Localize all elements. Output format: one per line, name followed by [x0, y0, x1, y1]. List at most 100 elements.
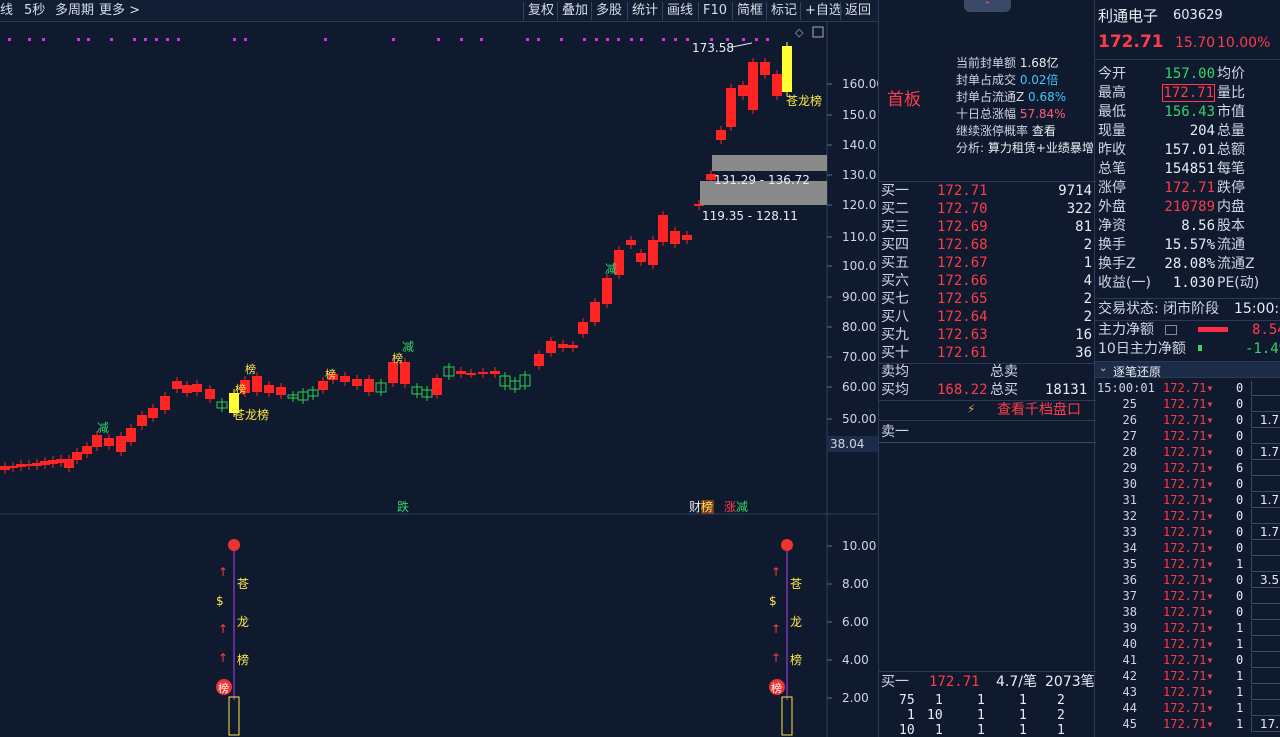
chart-toolbar: 线 5秒 多周期 更多 > 复权 叠加 多股 统计 画线 F10 简框 标记 +… [0, 0, 878, 22]
view-more-depth-link[interactable]: 查看千档盘口 [997, 401, 1081, 419]
signal-dot [560, 38, 563, 41]
stat-label: 现量 [1098, 123, 1126, 139]
candle-body [205, 389, 215, 399]
candle-body [400, 362, 410, 384]
high-label: 173.58 [692, 41, 734, 55]
queue-cell: 1 [935, 723, 943, 737]
simple-frame-button[interactable]: 简框 [732, 2, 763, 20]
kline-chart[interactable]: 160.00 150.0 140.0 130.0 120.0 110.0 100.0 90.0… [0, 22, 878, 737]
candle-body [276, 387, 286, 395]
tick-time: 33 [1122, 525, 1137, 539]
diamond-icon[interactable]: ◇ [795, 26, 804, 39]
signal-dot [640, 38, 643, 41]
tick-price: 172.71▾ [1163, 445, 1214, 459]
signal-dot [526, 38, 529, 41]
stat-label: 净资 [1098, 218, 1126, 234]
y-tick-label: 130.0 [842, 168, 876, 182]
draw-line-button[interactable]: 画线 [662, 2, 693, 20]
more-button[interactable]: 更多 > [99, 2, 140, 20]
stat-value: 204 [1189, 123, 1215, 139]
stat-value: 8.56 [1181, 218, 1215, 234]
bid-volume: 36 [1075, 345, 1092, 361]
signal-dot [28, 38, 31, 41]
multi-stock-button[interactable]: 多股 [591, 2, 622, 20]
chevron-up-icon: ⌃ [983, 1, 992, 11]
seal-line: 当前封单额 1.68亿 [956, 54, 1059, 72]
queue-per: 4.7/笔 [996, 674, 1037, 690]
y-tick-label: 160.00 [842, 77, 878, 91]
lower-tick-label: 6.00 [842, 615, 869, 629]
tick-time: 35 [1122, 557, 1137, 571]
period-line[interactable]: 线 [0, 2, 13, 20]
stat-label: 今开 [1098, 66, 1126, 82]
bid-volume: 1 [1083, 255, 1092, 271]
signal-dot [77, 38, 80, 41]
candle-body [137, 415, 147, 426]
bang-marker-2: 榜 [325, 367, 336, 381]
stat-label-right: 流通 [1217, 237, 1245, 253]
collapse-icon[interactable]: ⌄ [1099, 363, 1107, 374]
stat-value: 156.43 [1164, 104, 1215, 120]
candle-body [636, 253, 646, 262]
window-icon[interactable] [812, 26, 824, 38]
tick-volume: 0 [1236, 445, 1244, 459]
tick-time: 26 [1122, 413, 1137, 427]
candle-body [340, 376, 350, 382]
signal-dot [583, 38, 586, 41]
lower-tick-label: 10.00 [842, 539, 876, 553]
mark-button[interactable]: 标记 [766, 2, 797, 20]
lower-indicator: ↑ ↑ ↑ $ 榜 苍龙榜 ↑ ↑ ↑ $ 榜 苍龙榜 [216, 539, 802, 736]
up-arrow-icon: ↑ [771, 622, 781, 636]
lower-tick-label: 8.00 [842, 577, 869, 591]
collapse-handle[interactable]: ⌃ [964, 0, 1011, 12]
bid-price: 172.63 [937, 327, 988, 343]
tick-volume: 0 [1236, 589, 1244, 603]
bid-level-label: 买八 [881, 309, 909, 325]
tick-volume: 0 [1236, 653, 1244, 667]
overlay-button[interactable]: 叠加 [557, 2, 588, 20]
stat-value: 172.71 [1164, 180, 1215, 196]
tick-time: 28 [1122, 445, 1137, 459]
tick-price: 172.71▾ [1163, 541, 1214, 555]
bid-price: 172.67 [937, 255, 988, 271]
seal-line-label: 分析: [956, 141, 988, 155]
bid-price: 172.70 [937, 201, 988, 217]
tick-price: 172.71▾ [1163, 493, 1214, 507]
tick-price: 172.71▾ [1163, 717, 1214, 731]
tick-extra: 17.3 [1260, 717, 1280, 731]
candle-body [72, 452, 82, 460]
tick-cell [1251, 701, 1280, 716]
tick-cell: 3.5 [1251, 573, 1280, 588]
back-button[interactable]: 返回 [840, 2, 871, 20]
tick-price: 172.71▾ [1163, 589, 1214, 603]
candle-body [578, 322, 588, 334]
bang-tag: 榜 [701, 499, 713, 514]
fuquan-button[interactable]: 复权 [523, 2, 554, 20]
candle-body [558, 344, 568, 348]
add-favorite-button[interactable]: +自选 [800, 2, 842, 20]
tick-cell [1251, 381, 1280, 396]
tick-cell [1251, 397, 1280, 412]
stat-label-right: 市值 [1217, 104, 1245, 120]
stats-button[interactable]: 统计 [627, 2, 658, 20]
volume-box [781, 696, 793, 736]
tick-time: 36 [1122, 573, 1137, 587]
tick-header[interactable]: ⌄ 逐笔还原 [1095, 361, 1280, 379]
zone1-label: 131.29 - 136.72 [714, 173, 810, 187]
tick-time: 41 [1122, 653, 1137, 667]
bang-badge-label: 榜 [218, 681, 229, 695]
tick-cell: 1.7 [1251, 413, 1280, 428]
bid-volume: 9714 [1058, 183, 1092, 199]
candle-body [546, 341, 556, 353]
signal-dot [87, 38, 90, 41]
tick-time: 44 [1122, 701, 1137, 715]
signal-dot [460, 38, 463, 41]
stat-label: 昨收 [1098, 142, 1126, 158]
period-5s[interactable]: 5秒 [24, 2, 45, 20]
seal-line[interactable]: 继续涨停概率 查看 [956, 122, 1056, 140]
multi-period-button[interactable]: 多周期 [55, 2, 94, 20]
f10-button[interactable]: F10 [698, 2, 727, 20]
zhang-tag: 涨 [724, 499, 736, 514]
queue-count: 2073笔 [1045, 674, 1095, 690]
signal-dot [133, 38, 136, 41]
